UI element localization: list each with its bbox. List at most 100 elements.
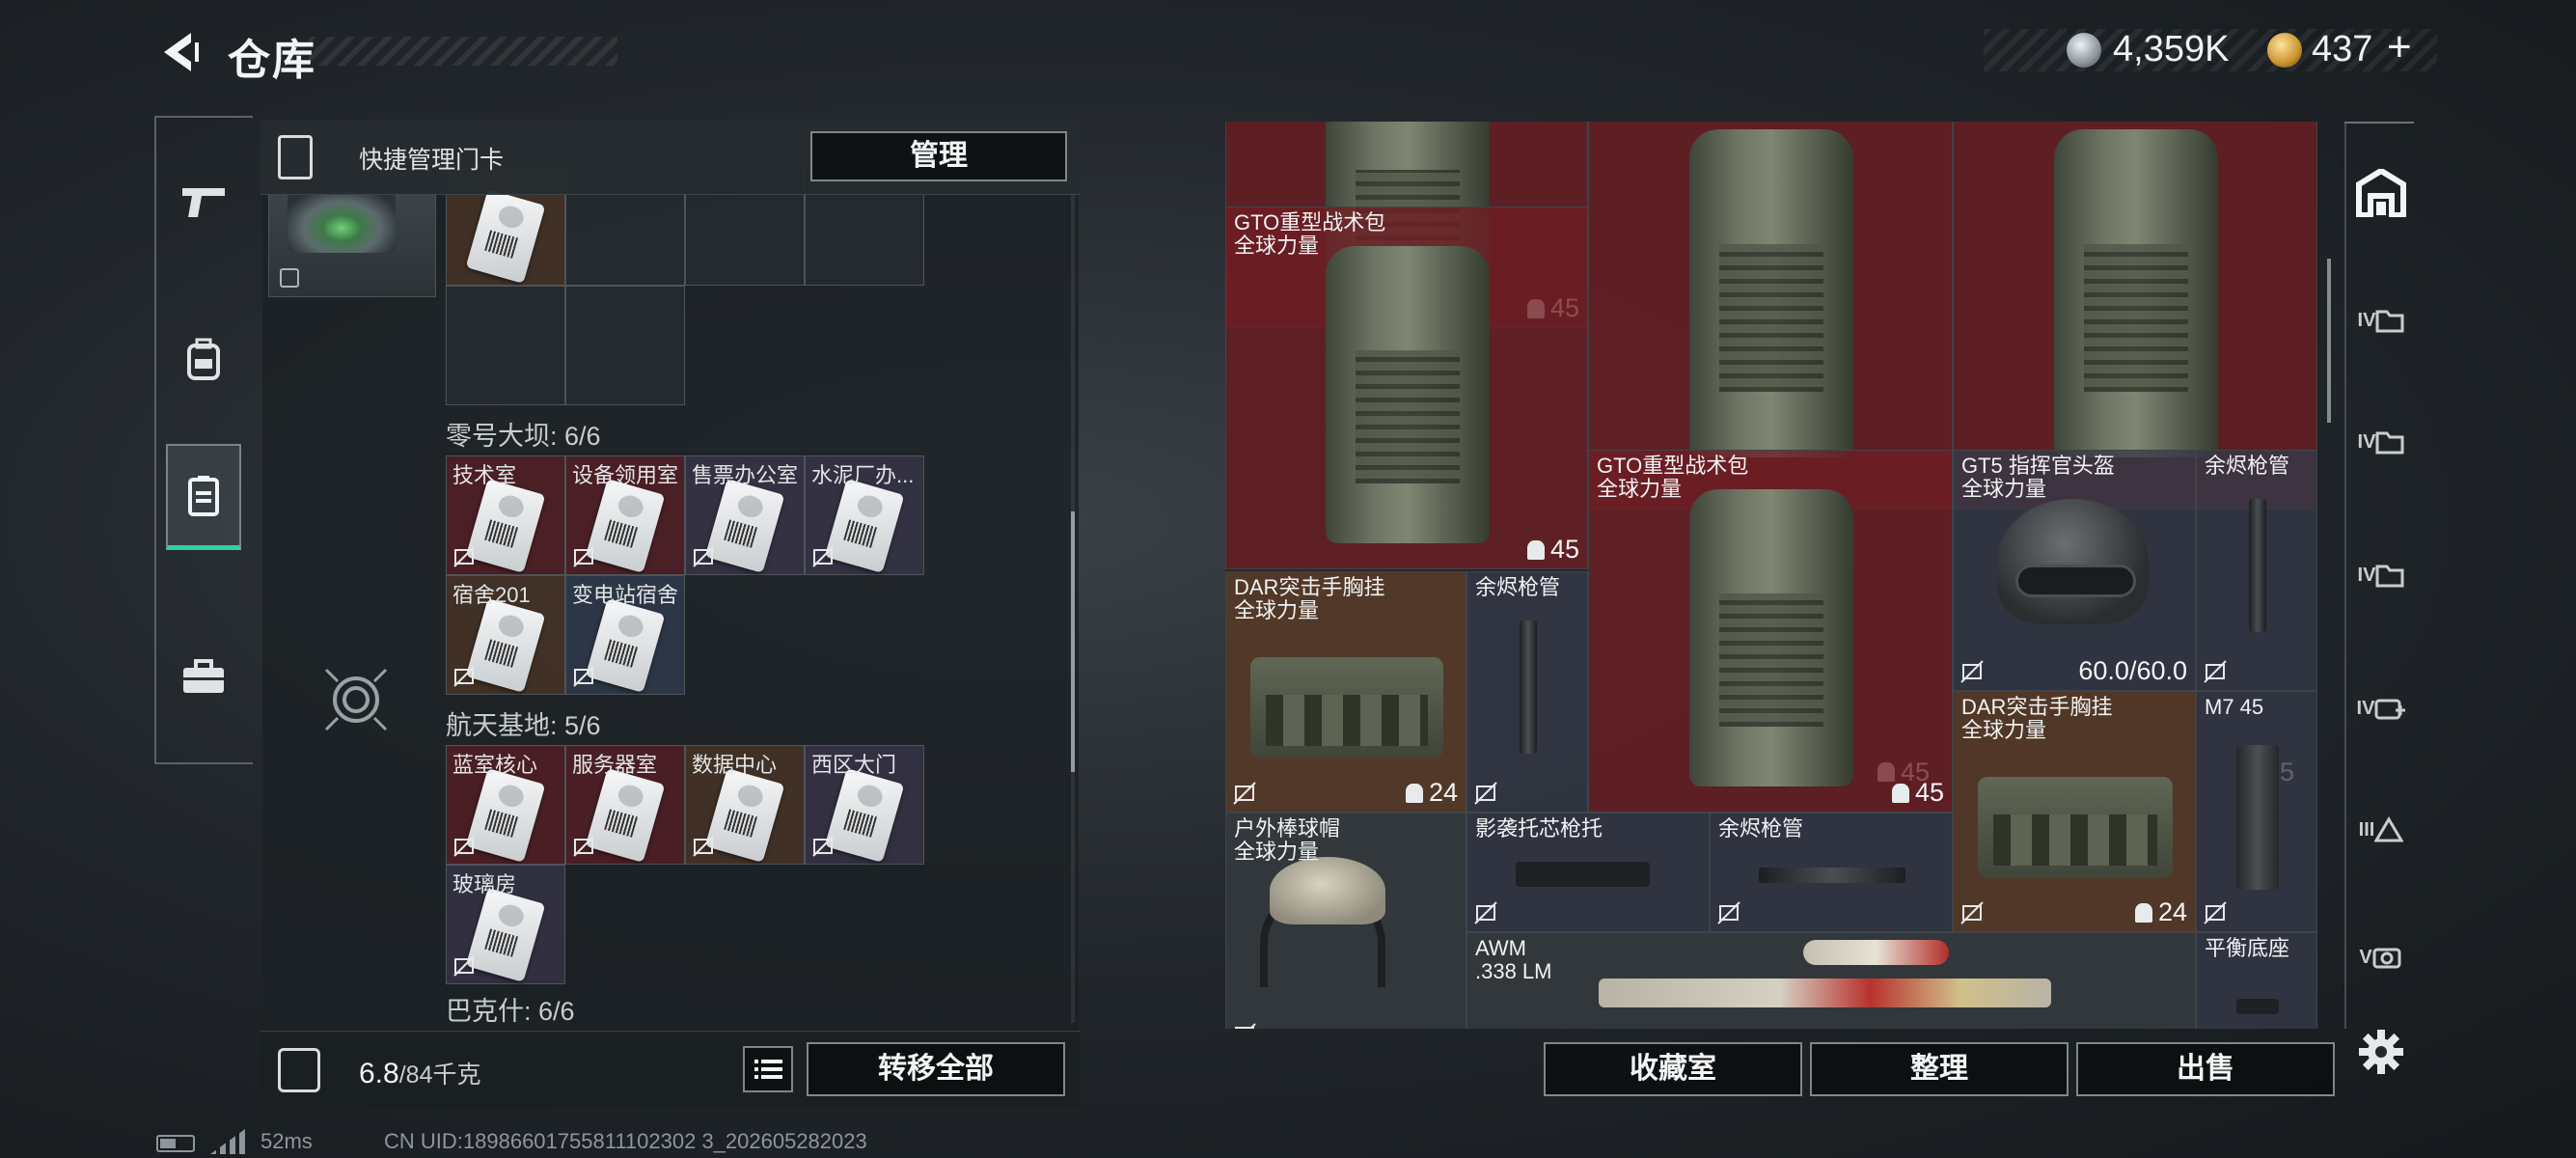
filter-tier3[interactable]: III bbox=[2350, 791, 2412, 868]
empty-keycard-cell[interactable] bbox=[446, 286, 565, 405]
keycard-cell[interactable]: 变电站宿舍 bbox=[565, 575, 685, 695]
silver-currency-amount: 4,359K bbox=[2113, 29, 2230, 69]
add-currency-button[interactable]: + bbox=[2387, 23, 2412, 71]
sort-button[interactable]: 整理 bbox=[1810, 1042, 2069, 1096]
capacity-icon bbox=[1891, 783, 1909, 803]
stash-item[interactable]: GT5 指挥官头盔 全球力量 60.0/60.0 bbox=[1953, 450, 2196, 691]
stash-item[interactable]: AWM .338 LM bbox=[1466, 932, 2196, 1029]
stash-item[interactable]: 余烬枪管 bbox=[2196, 450, 2317, 691]
item-name-block: 平衡底座 bbox=[2205, 937, 2289, 960]
keycard-name: 西区大门 bbox=[811, 753, 897, 777]
item-quantity: 60.0/60.0 bbox=[2078, 656, 2187, 686]
item-name-block: GT5 指挥官头盔 全球力量 bbox=[1961, 455, 2115, 501]
chest-rig-image bbox=[1250, 656, 1443, 758]
stash-item[interactable]: DAR突击手胸挂 全球力量 24 bbox=[1225, 571, 1466, 813]
keycard-cell[interactable]: 水泥厂办... bbox=[805, 455, 924, 575]
filter-tier4-c[interactable]: IV bbox=[2350, 537, 2412, 614]
keycard-image bbox=[465, 479, 546, 573]
keycard-name: 数据中心 bbox=[692, 753, 778, 777]
item-name-block: 余烬枪管 bbox=[2205, 455, 2289, 478]
quantity-text: 60.0/60.0 bbox=[2078, 656, 2187, 685]
keycard-cell[interactable]: 蓝室核心 bbox=[446, 745, 565, 865]
category-keycards[interactable] bbox=[166, 444, 241, 550]
quick-manage-label: 快捷管理门卡 bbox=[359, 147, 505, 174]
stash-item[interactable]: M7 45 bbox=[2196, 691, 2317, 932]
transfer-all-button[interactable]: 转移全部 bbox=[807, 1042, 1065, 1096]
base-image bbox=[2236, 999, 2279, 1015]
no-trade-icon bbox=[573, 546, 594, 567]
keycard-cell[interactable]: 西区大门 bbox=[805, 745, 924, 865]
tool-rail-divider bbox=[2344, 122, 2414, 124]
stash-item[interactable]: 余烬枪管 bbox=[1710, 813, 1953, 932]
camera-icon bbox=[2372, 948, 2401, 969]
target-slot-icon[interactable] bbox=[322, 666, 390, 733]
page-title: 仓库 bbox=[228, 37, 316, 84]
item-subtitle: 全球力量 bbox=[1234, 840, 1320, 864]
category-cases[interactable] bbox=[166, 623, 241, 730]
item-name: 平衡底座 bbox=[2205, 936, 2290, 960]
keycard-name: 蓝室核心 bbox=[452, 753, 538, 777]
keycard-image bbox=[824, 479, 905, 573]
filter-tier5[interactable]: V bbox=[2350, 919, 2412, 996]
filter-tier4-b[interactable]: IV bbox=[2350, 403, 2412, 481]
chest-rig-image bbox=[1978, 776, 2173, 878]
filter-tier4-medical[interactable]: IV bbox=[2350, 670, 2412, 747]
item-name-block: 影袭托芯枪托 bbox=[1475, 817, 1603, 841]
stash-item[interactable]: 余烬枪管 bbox=[1466, 571, 1588, 813]
cap-shape bbox=[1270, 857, 1385, 924]
rifle-scope bbox=[1802, 940, 1949, 966]
folder-icon bbox=[2375, 310, 2404, 333]
back-arrow-icon[interactable] bbox=[154, 29, 201, 75]
gear-icon bbox=[2359, 1030, 2403, 1074]
weight-bag-icon bbox=[278, 1048, 320, 1092]
item-name: GT5 指挥官头盔 bbox=[1961, 454, 2115, 478]
keycard-cell[interactable]: 数据中心 bbox=[685, 745, 805, 865]
item-name: DAR突击手胸挂 bbox=[1961, 695, 2113, 719]
list-view-button[interactable] bbox=[743, 1046, 793, 1092]
keycard-cell[interactable]: 玻璃房 bbox=[446, 865, 565, 984]
keycard-case-icon bbox=[278, 135, 313, 179]
stash-scrollbar-thumb[interactable] bbox=[2327, 259, 2331, 423]
stash-item[interactable]: GTO重型战术包 全球力量 45 bbox=[1588, 450, 1953, 813]
no-trade-icon bbox=[573, 666, 594, 687]
section-label: 航天基地: 5/6 bbox=[446, 711, 601, 740]
settings-button[interactable] bbox=[2350, 1013, 2412, 1090]
keycard-name: 变电站宿舍 bbox=[572, 583, 679, 607]
stash-home-button[interactable] bbox=[2350, 154, 2412, 232]
item-name-block: DAR突击手胸挂 全球力量 bbox=[1961, 696, 2112, 742]
stash-item[interactable]: DAR突击手胸挂 全球力量 24 bbox=[1953, 691, 2196, 932]
rifle-image bbox=[1467, 933, 2195, 1029]
stash-item[interactable]: GTO重型战术包 全球力量 45 bbox=[1225, 207, 1588, 569]
keycard-cell[interactable]: 技术室 bbox=[446, 455, 565, 575]
keycard-cell[interactable]: 宿舍201 bbox=[446, 575, 565, 695]
section-label: 零号大坝: 6/6 bbox=[446, 422, 601, 451]
keycard-cell[interactable]: 设备领用室 bbox=[565, 455, 685, 575]
item-name-block: GTO重型战术包 全球力量 bbox=[1597, 455, 1748, 501]
no-trade-icon bbox=[1960, 660, 1984, 683]
list-icon bbox=[754, 1060, 782, 1079]
category-equipment[interactable] bbox=[166, 307, 241, 413]
stash-item[interactable]: 户外棒球帽 全球力量 bbox=[1225, 813, 1466, 1029]
sell-button[interactable]: 出售 bbox=[2076, 1042, 2335, 1096]
tier-label: III bbox=[2358, 818, 2375, 841]
stash-item[interactable]: 平衡底座 bbox=[2196, 932, 2317, 1029]
tier-label: IV bbox=[2357, 564, 2376, 586]
category-weapons[interactable] bbox=[166, 149, 241, 255]
no-trade-icon bbox=[453, 666, 475, 687]
item-quantity: 45 bbox=[1526, 535, 1579, 565]
keycard-cell[interactable]: 售票办公室 bbox=[685, 455, 805, 575]
item-subtitle: 全球力量 bbox=[1961, 477, 2047, 501]
stash-item[interactable]: 影袭托芯枪托 bbox=[1466, 813, 1710, 932]
manage-button[interactable]: 管理 bbox=[810, 131, 1067, 181]
item-name-block: 户外棒球帽 全球力量 bbox=[1234, 817, 1340, 864]
item-name: GTO重型战术包 bbox=[1597, 454, 1749, 478]
medkit-icon bbox=[2374, 699, 2406, 720]
keycard-name: 设备领用室 bbox=[572, 463, 679, 487]
stock-image bbox=[1516, 861, 1650, 887]
collection-room-button[interactable]: 收藏室 bbox=[1544, 1042, 1802, 1096]
keycard-cell[interactable]: 服务器室 bbox=[565, 745, 685, 865]
keycard-scrollbar-thumb[interactable] bbox=[1071, 511, 1075, 772]
no-trade-icon bbox=[453, 955, 475, 977]
empty-keycard-cell[interactable] bbox=[565, 286, 685, 405]
filter-tier4-a[interactable]: IV bbox=[2350, 282, 2412, 359]
